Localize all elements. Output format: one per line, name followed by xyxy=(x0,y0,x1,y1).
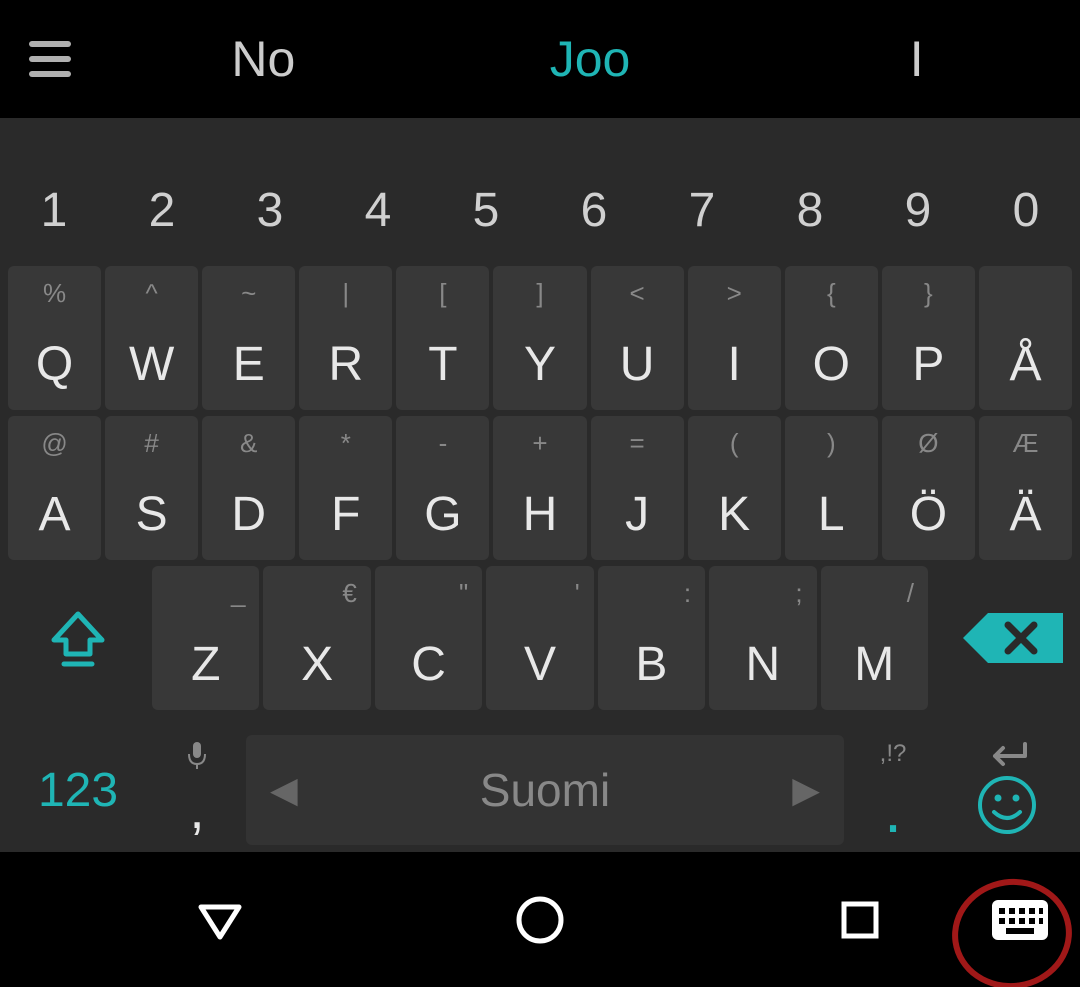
key-0[interactable]: 0 xyxy=(972,160,1080,260)
recent-icon xyxy=(838,898,882,942)
number-row: 1 2 3 4 5 6 7 8 9 0 xyxy=(0,160,1080,260)
key-4[interactable]: 4 xyxy=(324,160,432,260)
key-a[interactable]: @A xyxy=(8,416,101,560)
letter-row-3: _Z €X "C 'V :B ;N /M xyxy=(0,566,1080,710)
key-d[interactable]: &D xyxy=(202,416,295,560)
space-key[interactable]: ◀ Suomi ▶ xyxy=(246,735,844,845)
shift-icon xyxy=(46,606,110,670)
key-9[interactable]: 9 xyxy=(864,160,972,260)
key-s[interactable]: #S xyxy=(105,416,198,560)
key-7[interactable]: 7 xyxy=(648,160,756,260)
key-m[interactable]: /M xyxy=(821,566,928,710)
key-y[interactable]: ]Y xyxy=(493,266,586,410)
key-odiaeresis[interactable]: ØÖ xyxy=(882,416,975,560)
key-w[interactable]: ^W xyxy=(105,266,198,410)
key-g[interactable]: -G xyxy=(396,416,489,560)
enter-icon xyxy=(985,740,1029,775)
keyboard: 1 2 3 4 5 6 7 8 9 0 %Q ^W ~E |R [T ]Y <U… xyxy=(0,118,1080,852)
key-q[interactable]: %Q xyxy=(8,266,101,410)
bottom-row: 123 , ◀ Suomi ▶ ,!? . xyxy=(0,720,1080,860)
suggestion-right[interactable]: I xyxy=(753,30,1080,88)
suggestion-left[interactable]: No xyxy=(100,30,427,88)
key-e[interactable]: ~E xyxy=(202,266,295,410)
key-adiaeresis[interactable]: ÆÄ xyxy=(979,416,1072,560)
keyboard-icon xyxy=(990,896,1050,944)
key-j[interactable]: =J xyxy=(591,416,684,560)
comma-key[interactable]: , xyxy=(152,720,242,860)
menu-icon[interactable] xyxy=(0,41,100,77)
key-c[interactable]: "C xyxy=(375,566,482,710)
key-t[interactable]: [T xyxy=(396,266,489,410)
recent-button[interactable] xyxy=(830,890,890,950)
key-8[interactable]: 8 xyxy=(756,160,864,260)
key-2[interactable]: 2 xyxy=(108,160,216,260)
key-x[interactable]: €X xyxy=(263,566,370,710)
key-u[interactable]: <U xyxy=(591,266,684,410)
key-n[interactable]: ;N xyxy=(709,566,816,710)
home-icon xyxy=(514,894,566,946)
shift-key[interactable] xyxy=(8,566,148,710)
space-label: Suomi xyxy=(480,763,610,817)
suggestion-bar: No Joo I xyxy=(0,0,1080,118)
android-navbar xyxy=(0,852,1080,987)
smiley-icon xyxy=(976,774,1038,836)
key-f[interactable]: *F xyxy=(299,416,392,560)
chevron-right-icon: ▶ xyxy=(792,769,820,811)
home-button[interactable] xyxy=(510,890,570,950)
mic-icon xyxy=(186,740,208,777)
key-l[interactable]: )L xyxy=(785,416,878,560)
symbols-key[interactable]: 123 xyxy=(8,720,148,860)
key-5[interactable]: 5 xyxy=(432,160,540,260)
key-i[interactable]: >I xyxy=(688,266,781,410)
letter-row-2: @A #S &D *F -G +H =J (K )L ØÖ ÆÄ xyxy=(0,416,1080,560)
ime-switch-button[interactable] xyxy=(990,896,1050,944)
letter-row-1: %Q ^W ~E |R [T ]Y <U >I {O }P Å xyxy=(0,266,1080,410)
key-h[interactable]: +H xyxy=(493,416,586,560)
key-o[interactable]: {O xyxy=(785,266,878,410)
back-icon xyxy=(197,897,243,943)
key-r[interactable]: |R xyxy=(299,266,392,410)
back-button[interactable] xyxy=(190,890,250,950)
key-p[interactable]: }P xyxy=(882,266,975,410)
period-key[interactable]: ,!? . xyxy=(848,720,938,860)
key-b[interactable]: :B xyxy=(598,566,705,710)
key-v[interactable]: 'V xyxy=(486,566,593,710)
key-1[interactable]: 1 xyxy=(0,160,108,260)
key-6[interactable]: 6 xyxy=(540,160,648,260)
backspace-icon xyxy=(958,603,1068,673)
backspace-key[interactable] xyxy=(932,566,1072,710)
key-3[interactable]: 3 xyxy=(216,160,324,260)
key-z[interactable]: _Z xyxy=(152,566,259,710)
enter-key[interactable] xyxy=(942,720,1072,860)
key-k[interactable]: (K xyxy=(688,416,781,560)
chevron-left-icon: ◀ xyxy=(270,769,298,811)
key-aring[interactable]: Å xyxy=(979,266,1072,410)
suggestion-center[interactable]: Joo xyxy=(427,30,754,88)
